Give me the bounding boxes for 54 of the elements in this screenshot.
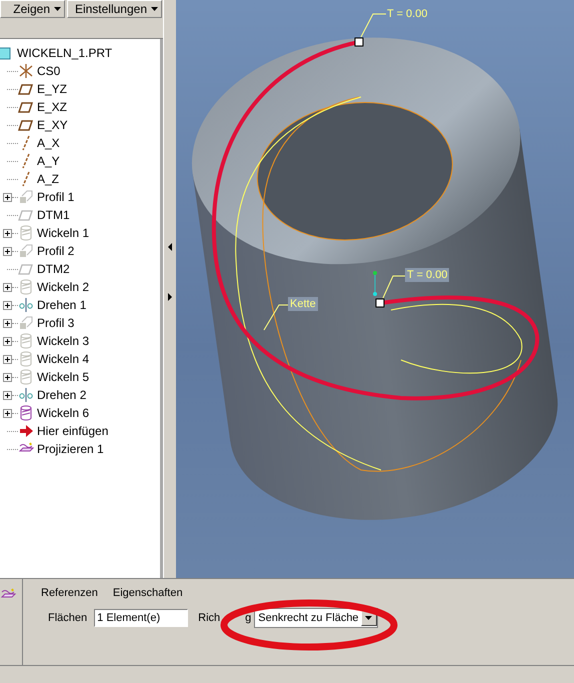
tree-item[interactable]: DTM1 xyxy=(37,208,70,222)
expand-icon[interactable] xyxy=(167,293,173,301)
panel-tab[interactable]: Referenzen xyxy=(41,587,98,599)
cylinder-icon xyxy=(18,279,34,295)
tree-item[interactable]: A_Z xyxy=(37,172,60,186)
caret-icon xyxy=(365,616,372,620)
tree-item[interactable]: Wickeln 5 xyxy=(37,370,90,384)
curve-label: T = 0.00 xyxy=(386,7,428,21)
profile-icon xyxy=(18,315,34,331)
profile-icon xyxy=(18,243,34,259)
tree-item[interactable]: Wickeln 1 xyxy=(37,226,90,240)
cylinder-icon xyxy=(18,333,34,349)
menu-button[interactable]: Einstellungen xyxy=(67,0,162,18)
tree-item[interactable]: Projizieren 1 xyxy=(37,442,104,456)
collapse-icon[interactable] xyxy=(167,243,173,251)
tree-item[interactable]: Drehen 1 xyxy=(37,298,86,312)
cylinder-icon xyxy=(18,351,34,367)
tree-item[interactable]: E_XZ xyxy=(37,100,68,114)
field-label: Flächen xyxy=(48,612,88,624)
cylinder-icon xyxy=(18,369,34,385)
caret-icon xyxy=(151,7,158,11)
tree-item[interactable]: Profil 1 xyxy=(37,190,74,204)
tree-item[interactable]: Drehen 2 xyxy=(37,388,86,402)
expand-icon[interactable] xyxy=(3,192,12,202)
tree-item[interactable]: Profil 3 xyxy=(37,316,74,330)
curve-label: T = 0.00 xyxy=(405,268,450,282)
input-field[interactable]: 1 Element(e) xyxy=(94,609,188,627)
tree-item[interactable]: Wickeln 4 xyxy=(37,352,90,366)
curve-label: Kette xyxy=(288,297,318,311)
menu-button[interactable]: Zeigen xyxy=(0,0,65,18)
field-label: g xyxy=(245,612,252,624)
tree-item[interactable]: CS0 xyxy=(37,64,60,78)
tree-item[interactable]: Wickeln 2 xyxy=(37,280,90,294)
tree-item[interactable]: DTM2 xyxy=(37,262,70,276)
direction-dropdown[interactable]: Senkrecht zu Fläche xyxy=(254,608,378,628)
field-label: Rich xyxy=(198,612,220,624)
revolve-icon xyxy=(18,297,34,313)
tree-item[interactable]: Hier einfügen xyxy=(37,424,108,438)
panel-tab[interactable]: Eigenschaften xyxy=(112,587,183,599)
profile-icon xyxy=(18,189,34,205)
coordinate-system-icon xyxy=(18,63,34,79)
tree-item[interactable]: A_Y xyxy=(37,154,60,168)
arrow-icon xyxy=(18,423,34,439)
revolve-icon xyxy=(18,387,34,403)
tree-item[interactable]: Wickeln 6 xyxy=(37,406,90,420)
tree-item[interactable]: E_XY xyxy=(37,118,68,132)
caret-icon xyxy=(54,7,61,11)
tree-item[interactable]: A_X xyxy=(37,136,60,150)
tree-item[interactable]: Wickeln 3 xyxy=(37,334,90,348)
tree-item[interactable]: WICKELN_1.PRT xyxy=(17,46,112,60)
tree-item[interactable]: E_YZ xyxy=(37,82,68,96)
cylinder-icon xyxy=(18,405,34,421)
tree-item[interactable]: Profil 2 xyxy=(37,244,74,258)
cylinder-icon xyxy=(18,225,34,241)
